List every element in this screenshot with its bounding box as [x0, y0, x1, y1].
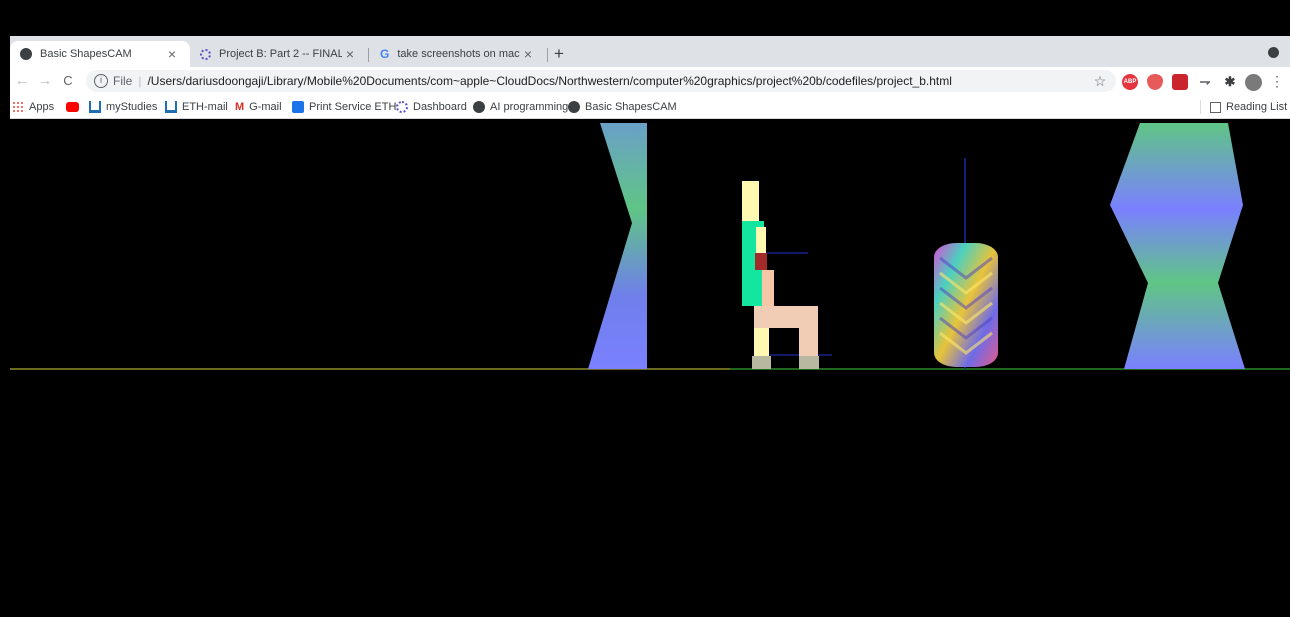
tab-project-b[interactable]: Project B: Part 2 -- FINAL Versi × [190, 41, 368, 67]
eth-building-icon [89, 101, 101, 113]
bookmark-mystudies[interactable]: myStudies [89, 99, 157, 115]
bookmark-youtube[interactable] [66, 99, 84, 115]
toolbar: ← → C i File | /Users/dariusdoongaji/Lib… [10, 67, 1290, 96]
chair-foot-left [752, 356, 771, 369]
omnibox-divider: | [138, 74, 142, 88]
bookmark-label: Dashboard [413, 101, 467, 113]
close-tab-icon[interactable]: × [520, 46, 536, 62]
tab-separator [547, 48, 548, 62]
close-tab-icon[interactable]: × [342, 46, 358, 62]
bookmark-basic-shapescam[interactable]: Basic ShapesCAM [568, 99, 677, 115]
profile-avatar[interactable] [1245, 74, 1262, 91]
figure-arm [756, 227, 766, 255]
bookmark-gmail[interactable]: M G-mail [235, 99, 282, 115]
left-pillar [588, 123, 647, 369]
chair-seat [754, 306, 818, 328]
bookmark-eth-mail[interactable]: ETH-mail [165, 99, 228, 115]
dashboard-icon [200, 48, 211, 60]
new-tab-button[interactable]: + [554, 44, 564, 64]
chair-leg-right [799, 328, 818, 356]
tab-title: Basic ShapesCAM [40, 48, 132, 60]
back-button[interactable]: ← [12, 71, 32, 91]
tab-separator [368, 48, 369, 62]
eth-building-icon [165, 101, 177, 113]
apps-grid-icon [12, 101, 24, 113]
dashboard-icon [396, 101, 408, 113]
browser-window: Basic ShapesCAM × Project B: Part 2 -- F… [10, 36, 1290, 612]
youtube-icon [66, 102, 79, 112]
printer-icon [292, 101, 304, 113]
chrome-menu-icon[interactable]: ⋮ [1267, 71, 1287, 91]
textured-cylinder [934, 243, 998, 367]
bookmark-ai-programming[interactable]: AI programming [473, 99, 568, 115]
adblock-icon[interactable]: ABP [1122, 74, 1138, 90]
bookmark-print-service[interactable]: Print Service ETH [292, 99, 396, 115]
bookmark-label: Basic ShapesCAM [585, 101, 677, 113]
info-icon[interactable]: i [94, 74, 108, 88]
file-label: File [113, 74, 133, 88]
globe-icon [473, 101, 485, 113]
right-pillar [1110, 123, 1245, 369]
bookmark-label: G-mail [249, 101, 282, 113]
bookmarks-divider [1200, 100, 1201, 114]
bookmark-star-icon[interactable]: ☆ [1090, 71, 1110, 91]
chair-foot-right [799, 356, 819, 369]
tab-screenshots[interactable]: G take screenshots on macbook × [370, 41, 546, 67]
gmail-icon: M [235, 101, 245, 113]
address-bar[interactable]: i File | /Users/dariusdoongaji/Library/M… [86, 70, 1116, 92]
chair-leg-left [754, 328, 769, 356]
bookmark-label: Apps [29, 101, 55, 113]
globe-icon [20, 48, 32, 60]
tab-basic-shapescam[interactable]: Basic ShapesCAM × [10, 41, 190, 67]
reading-list-label: Reading List [1226, 101, 1288, 113]
bookmarks-bar: Apps myStudies ETH-mail M G-mail Print S… [10, 96, 1290, 119]
url-text[interactable]: /Users/dariusdoongaji/Library/Mobile%20D… [147, 74, 951, 88]
bookmark-label: ETH-mail [182, 101, 228, 113]
reading-list-icon [1210, 101, 1221, 113]
scene-render [10, 123, 1290, 370]
figure-joint [755, 253, 767, 270]
feed-icon[interactable]: ⇁ [1197, 74, 1213, 90]
bookmark-apps[interactable]: Apps [12, 99, 54, 115]
webgl-canvas[interactable] [10, 123, 1290, 612]
tab-search-icon[interactable] [1268, 47, 1279, 58]
bookmark-label: Print Service ETH [309, 101, 397, 113]
bookmark-dashboard[interactable]: Dashboard [396, 99, 467, 115]
tab-strip: Basic ShapesCAM × Project B: Part 2 -- F… [10, 36, 1290, 67]
figure-head [742, 181, 759, 221]
shield-icon[interactable] [1147, 74, 1163, 90]
bookmark-label: AI programming [490, 101, 569, 113]
reading-list-button[interactable]: Reading List [1210, 99, 1287, 115]
globe-icon [568, 101, 580, 113]
reload-button[interactable]: C [58, 71, 78, 91]
google-icon: G [380, 47, 390, 61]
figure-upper-leg [762, 270, 774, 308]
tab-title: take screenshots on macbook [397, 48, 520, 60]
forward-button[interactable]: → [35, 71, 55, 91]
bookmark-label: myStudies [106, 101, 158, 113]
tab-title: Project B: Part 2 -- FINAL Versi [219, 48, 342, 60]
acrobat-icon[interactable] [1172, 74, 1188, 90]
puzzle-extensions-icon[interactable]: ✱ [1222, 74, 1238, 90]
close-tab-icon[interactable]: × [164, 46, 180, 62]
